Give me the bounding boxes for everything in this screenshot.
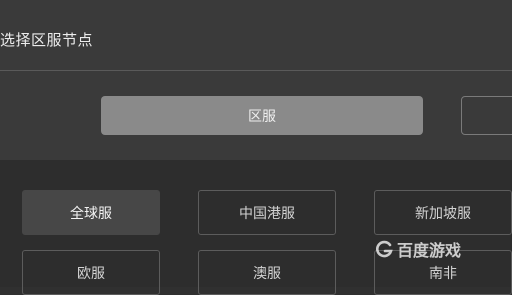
tab-region[interactable]: 区服 — [101, 96, 423, 135]
node-label: 新加坡服 — [415, 205, 471, 222]
node-label: 欧服 — [77, 265, 105, 282]
node-label: 南非 — [429, 265, 457, 282]
node-label: 中国港服 — [239, 205, 295, 222]
tab-region-label: 区服 — [248, 108, 276, 125]
node-europe[interactable]: 欧服 — [22, 250, 160, 295]
node-global[interactable]: 全球服 — [22, 190, 160, 235]
baidu-game-logo-icon — [374, 239, 394, 259]
watermark: 百度游戏 — [374, 236, 461, 262]
node-hongkong[interactable]: 中国港服 — [198, 190, 336, 235]
node-australia[interactable]: 澳服 — [198, 250, 336, 295]
dialog-header: 选择区服节点 — [0, 0, 512, 70]
node-label: 全球服 — [70, 205, 112, 222]
tab-next[interactable] — [461, 96, 512, 135]
page-title: 选择区服节点 — [0, 31, 94, 49]
node-label: 澳服 — [253, 265, 281, 282]
watermark-text: 百度游戏 — [397, 241, 462, 260]
node-singapore[interactable]: 新加坡服 — [374, 190, 512, 235]
